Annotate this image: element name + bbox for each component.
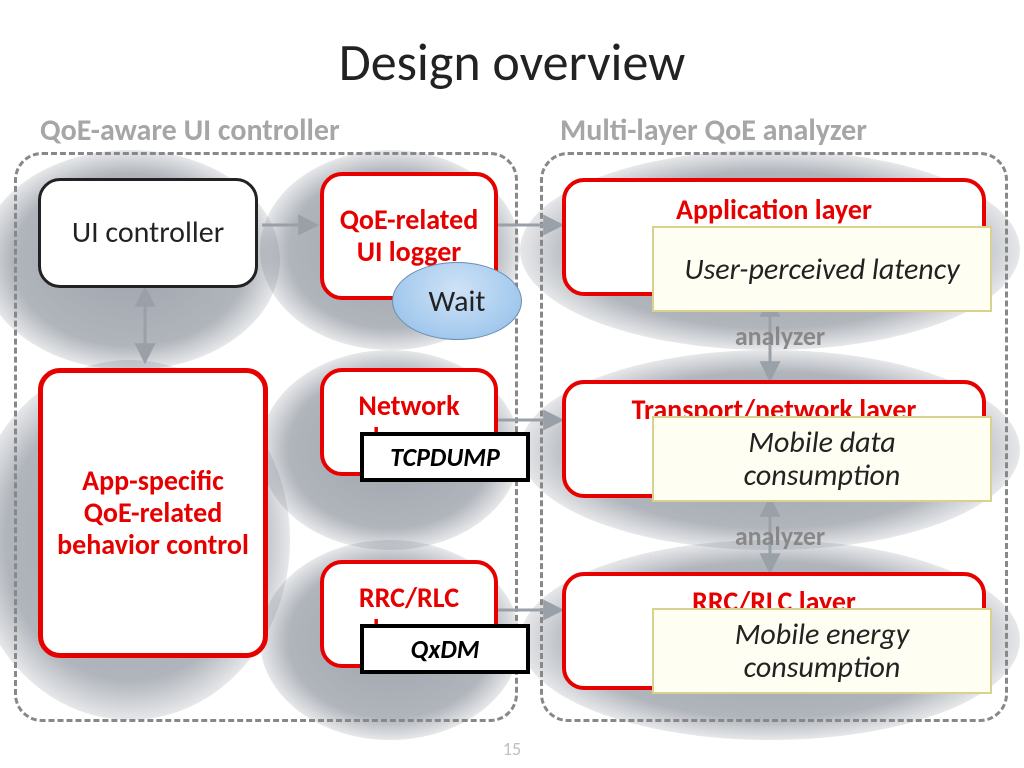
data-note: Mobile data consumption: [652, 416, 992, 502]
latency-note: User-perceived latency: [652, 226, 992, 312]
qxdm-tool: QxDM: [360, 624, 530, 674]
right-section-label: Multi-layer QoE analyzer: [560, 112, 867, 149]
analyzer-text-2: analyzer: [680, 520, 880, 552]
app-specific-box: App-specific QoE-related behavior contro…: [38, 368, 268, 658]
energy-note: Mobile energy consumption: [652, 608, 992, 694]
analyzer-text-1: analyzer: [680, 320, 880, 352]
tcpdump-tool: TCPDUMP: [360, 432, 530, 482]
slide-title: Design overview: [0, 30, 1024, 94]
left-section-label: QoE-aware UI controller: [40, 112, 340, 149]
slide-number: 15: [0, 738, 1024, 760]
ui-controller-box: UI controller: [38, 178, 258, 288]
wait-ellipse: Wait: [392, 262, 522, 340]
